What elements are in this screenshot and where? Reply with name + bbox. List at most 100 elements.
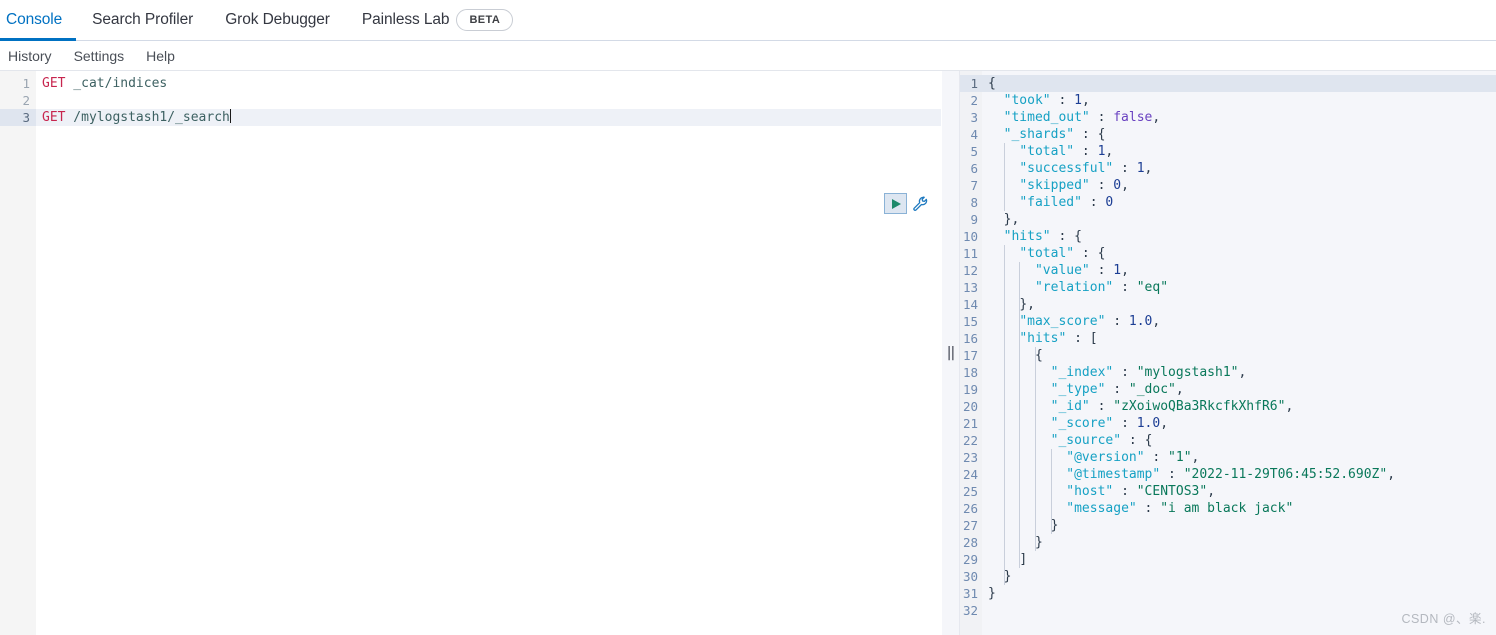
response-line: {	[982, 75, 1496, 92]
json-punct: ,	[1121, 178, 1129, 193]
json-text	[988, 280, 1035, 295]
request-line[interactable]: GET /mylogstash1/_search	[36, 109, 941, 126]
json-number: 1.0	[1128, 314, 1153, 329]
json-text	[1121, 314, 1129, 329]
response-line: "@timestamp" : "2022-11-29T06:45:52.690Z…	[982, 466, 1496, 483]
json-boolean: false	[1113, 110, 1153, 125]
submenu-item-help[interactable]: Help	[146, 48, 175, 64]
request-line[interactable]: GET _cat/indices	[36, 75, 941, 92]
response-line: "host" : "CENTOS3",	[982, 483, 1496, 500]
json-punct: ,	[1121, 263, 1129, 278]
json-number: 0	[1105, 195, 1114, 210]
json-punct: :	[1074, 246, 1090, 261]
wrench-icon[interactable]	[911, 195, 929, 213]
response-line: ]	[982, 551, 1496, 568]
json-punct: :	[1050, 229, 1067, 244]
json-punct: ,	[1191, 450, 1200, 465]
json-number: 1	[1136, 161, 1145, 176]
json-string: "i am black jack"	[1160, 501, 1294, 516]
json-punct: [	[1089, 331, 1098, 346]
console-split: 123 GET _cat/indices GET /mylogstash1/_se…	[0, 71, 1496, 635]
json-string: "1"	[1168, 450, 1192, 465]
indent-guide	[1003, 245, 1005, 585]
json-punct: {	[1034, 348, 1043, 363]
json-key: "@timestamp"	[1066, 467, 1161, 482]
request-line[interactable]	[36, 92, 941, 109]
tab-painless-lab[interactable]: Painless Lab BETA	[346, 0, 529, 40]
send-request-button[interactable]	[884, 193, 907, 214]
json-text	[988, 110, 1004, 125]
json-string: "zXoiwoQBa3RkcfkXhfR6"	[1113, 399, 1286, 414]
json-key: "_shards"	[1003, 127, 1075, 142]
json-text	[1121, 382, 1129, 397]
tab-console-label: Console	[6, 11, 63, 28]
json-text	[988, 93, 1004, 108]
json-punct: ,	[1105, 144, 1114, 159]
submenu-item-history[interactable]: History	[8, 48, 52, 64]
json-text	[1160, 450, 1168, 465]
json-punct: {	[988, 76, 996, 91]
tab-grok-debugger[interactable]: Grok Debugger	[209, 0, 346, 40]
json-key: "skipped"	[1019, 178, 1090, 193]
json-string: "eq"	[1136, 280, 1169, 295]
response-line: "relation" : "eq"	[982, 279, 1496, 296]
json-punct: ,	[1207, 484, 1216, 499]
json-punct: :	[1144, 450, 1161, 465]
response-line: "skipped" : 0,	[982, 177, 1496, 194]
request-line-number: 2	[22, 93, 30, 108]
json-key: "_index"	[1050, 365, 1114, 380]
json-string: "mylogstash1"	[1136, 365, 1239, 380]
json-punct: :	[1081, 195, 1098, 210]
json-punct: ,	[1175, 382, 1184, 397]
json-text	[1090, 246, 1098, 261]
json-punct: :	[1160, 467, 1176, 482]
tab-painless-lab-label: Painless Lab	[361, 11, 450, 28]
json-text	[988, 212, 1004, 227]
beta-badge: BETA	[456, 9, 514, 31]
json-text	[988, 127, 1004, 142]
indent-guide	[1003, 143, 1005, 211]
response-line: }	[982, 568, 1496, 585]
response-line: "failed" : 0	[982, 194, 1496, 211]
json-text	[1129, 484, 1137, 499]
json-punct: :	[1050, 93, 1067, 108]
pane-splitter[interactable]: ||	[942, 71, 960, 635]
json-text	[1129, 416, 1137, 431]
request-pane[interactable]: 123 GET _cat/indices GET /mylogstash1/_se…	[0, 71, 942, 635]
json-punct: }	[1034, 535, 1043, 550]
json-text	[1082, 331, 1090, 346]
response-line: "value" : 1,	[982, 262, 1496, 279]
json-text	[988, 501, 1066, 516]
response-line: "message" : "i am black jack"	[982, 500, 1496, 517]
json-punct: ,	[1160, 416, 1169, 431]
json-punct: ,	[1387, 467, 1396, 482]
json-text	[1129, 161, 1137, 176]
tab-search-profiler[interactable]: Search Profiler	[76, 0, 209, 40]
json-punct: :	[1066, 331, 1082, 346]
json-string: "2022-11-29T06:45:52.690Z"	[1183, 467, 1388, 482]
tab-grok-debugger-label: Grok Debugger	[225, 11, 330, 28]
json-punct: ]	[1019, 552, 1028, 567]
json-string: "_doc"	[1128, 382, 1176, 397]
indent-guide	[1019, 262, 1021, 568]
json-punct: :	[1089, 110, 1106, 125]
submenu-item-settings[interactable]: Settings	[74, 48, 125, 64]
json-string: "CENTOS3"	[1136, 484, 1208, 499]
json-text	[988, 348, 1035, 363]
response-line: {	[982, 347, 1496, 364]
response-line: "took" : 1,	[982, 92, 1496, 109]
response-line: }	[982, 585, 1496, 602]
json-number: 0	[1113, 178, 1122, 193]
request-code[interactable]: GET _cat/indices GET /mylogstash1/_search	[36, 71, 941, 635]
response-pane[interactable]: 1▾234▾56789▴10▾11▾121314▴1516▾17▾1819202…	[942, 71, 1496, 635]
json-key: "message"	[1066, 501, 1137, 516]
json-key: "total"	[1019, 246, 1075, 261]
tab-console[interactable]: Console	[0, 0, 77, 41]
json-punct: :	[1074, 144, 1090, 159]
json-punct: :	[1136, 501, 1153, 516]
json-key: "hits"	[1003, 229, 1051, 244]
json-key: "relation"	[1034, 280, 1114, 295]
tab-search-profiler-label: Search Profiler	[92, 11, 194, 28]
json-punct: }	[1019, 297, 1028, 312]
response-code[interactable]: { "took" : 1, "timed_out" : false, "_sha…	[982, 71, 1496, 635]
